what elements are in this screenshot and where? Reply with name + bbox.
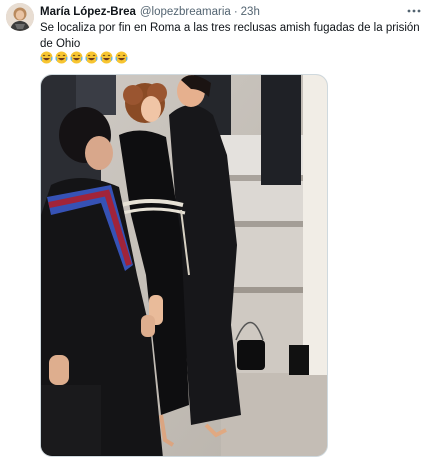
more-horizontal-icon[interactable]	[406, 4, 422, 18]
laughing-emoji-icon	[115, 51, 128, 64]
laughing-emoji-icon	[70, 51, 83, 64]
avatar-image	[6, 3, 34, 31]
emoji-row	[40, 51, 128, 65]
tweet-text: Se localiza por fin en Roma a las tres r…	[40, 22, 420, 50]
tweet-photo[interactable]	[40, 74, 328, 457]
author-name[interactable]: María López-Brea	[40, 6, 136, 18]
tweet-header: María López-Brea @lopezbreamaria · 23h	[40, 4, 260, 20]
laughing-emoji-icon	[55, 51, 68, 64]
header-separator: ·	[233, 6, 238, 18]
laughing-emoji-icon	[85, 51, 98, 64]
photo-image	[41, 75, 327, 456]
tweet-timestamp[interactable]: 23h	[241, 6, 260, 18]
laughing-emoji-icon	[100, 51, 113, 64]
author-avatar[interactable]	[6, 3, 34, 31]
tweet-card[interactable]: María López-Brea @lopezbreamaria · 23h S…	[0, 0, 430, 461]
author-handle[interactable]: @lopezbreamaria	[140, 6, 231, 18]
laughing-emoji-icon	[40, 51, 53, 64]
